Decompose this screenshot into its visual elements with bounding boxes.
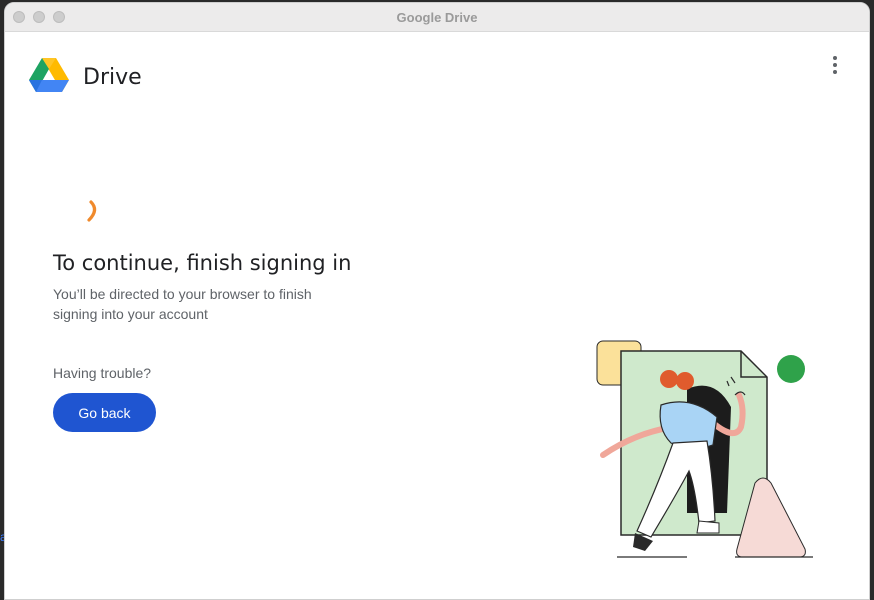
drive-logo-icon bbox=[29, 58, 69, 92]
app-window: Google Drive Drive To continue, finish s… bbox=[4, 2, 870, 600]
title-bar: Google Drive bbox=[5, 3, 869, 32]
window-title: Google Drive bbox=[396, 10, 478, 25]
trouble-label: Having trouble? bbox=[53, 365, 152, 381]
loading-spinner-icon bbox=[87, 200, 97, 222]
page-title: To continue, finish signing in bbox=[53, 251, 352, 275]
app-name: Drive bbox=[83, 65, 142, 90]
more-vert-icon[interactable] bbox=[827, 53, 843, 77]
go-back-button[interactable]: Go back bbox=[53, 393, 156, 432]
instruction-text: You’ll be directed to your browser to fi… bbox=[53, 286, 312, 322]
sign-in-illustration bbox=[596, 340, 813, 558]
